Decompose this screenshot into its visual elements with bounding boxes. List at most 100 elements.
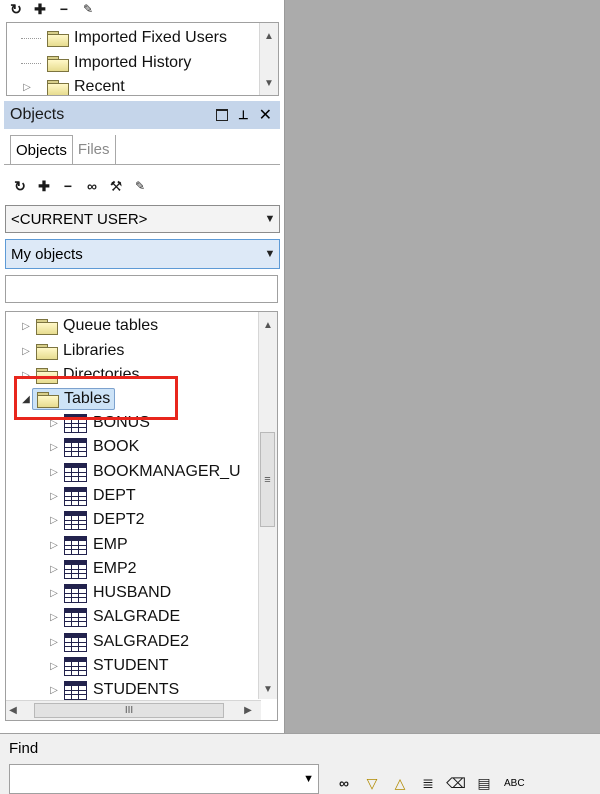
objects-panel-header: Objects ⊥ ✕ (4, 101, 280, 129)
scroll-thumb[interactable]: ≡ (260, 432, 275, 527)
expand-icon[interactable]: ▷ (48, 612, 60, 623)
table-row[interactable]: ▷ SALGRADE2 (48, 631, 189, 653)
expand-icon[interactable]: ▷ (48, 564, 60, 575)
list-item[interactable]: ▷ Recent (21, 76, 125, 95)
table-label: BOOK (93, 438, 140, 455)
table-row[interactable]: ▷ SALGRADE (48, 606, 180, 628)
table-icon (64, 656, 87, 676)
tree-folder-libraries[interactable]: ▷ Libraries (20, 340, 124, 362)
folder-icon (36, 318, 58, 335)
clear-icon[interactable]: ⌫ (446, 775, 466, 791)
remove-icon[interactable]: − (60, 178, 76, 194)
top-toolbar: ↻ ✚ − ✎ (8, 0, 96, 18)
expand-icon[interactable]: ▷ (48, 685, 60, 696)
tree-folder-queue-tables[interactable]: ▷ Queue tables (20, 315, 158, 337)
list-item[interactable]: Imported Fixed Users (21, 27, 227, 49)
table-icon (64, 607, 87, 627)
table-label: SALGRADE2 (93, 633, 190, 650)
horizontal-scrollbar[interactable]: ◀ III ▶ (6, 700, 261, 720)
table-icon (64, 462, 87, 482)
refresh-icon[interactable]: ↻ (12, 178, 28, 194)
maximize-icon[interactable] (216, 109, 229, 121)
table-icon (64, 486, 87, 506)
expand-icon[interactable]: ▷ (48, 540, 60, 551)
expand-icon[interactable]: ▷ (48, 467, 60, 478)
find-panel: Find ▼ ∞ ▽ △ ≣ ⌫ ▤ ABC (0, 733, 600, 794)
expand-icon[interactable]: ▷ (21, 82, 33, 93)
list-item[interactable]: Imported History (21, 52, 191, 74)
scroll-thumb[interactable]: III (34, 703, 224, 718)
scroll-down-icon[interactable]: ▼ (259, 684, 277, 695)
add-icon[interactable]: ✚ (36, 178, 52, 194)
table-row[interactable]: ▷ BOOKMANAGER_U (48, 461, 241, 483)
expand-icon[interactable]: ▷ (48, 515, 60, 526)
expand-icon[interactable]: ▷ (20, 346, 32, 357)
top-tree-list: Imported Fixed Users Imported History ▷ … (6, 22, 279, 96)
options-icon[interactable]: ▤ (476, 775, 492, 791)
tab-files[interactable]: Files (73, 135, 116, 164)
table-row[interactable]: ▷ DEPT (48, 485, 136, 507)
folder-icon (36, 343, 58, 360)
left-dock: ↻ ✚ − ✎ Imported Fixed Users Imported Hi… (0, 0, 285, 733)
close-icon[interactable]: ✕ (259, 105, 272, 125)
scroll-down-icon[interactable]: ▼ (260, 78, 278, 89)
add-icon[interactable]: ✚ (32, 1, 48, 17)
highlight-all-icon[interactable]: ≣ (420, 775, 436, 791)
table-label: STUDENT (93, 657, 169, 674)
chevron-down-icon[interactable]: ▼ (261, 248, 279, 260)
chevron-down-icon[interactable]: ▼ (261, 213, 279, 225)
table-label: STUDENTS (93, 681, 180, 698)
table-label: BOOKMANAGER_U (93, 463, 241, 480)
tab-strip: Objects Files (10, 135, 116, 164)
chevron-down-icon[interactable]: ▼ (303, 773, 314, 785)
find-next-icon[interactable]: ▽ (364, 775, 380, 791)
objects-tree: ▷ Queue tables ▷ Libraries ▷ Directories… (5, 311, 278, 721)
expand-icon[interactable]: ▷ (48, 588, 60, 599)
vertical-scrollbar[interactable]: ▲ ≡ ▼ (258, 312, 277, 699)
tab-divider (4, 164, 280, 165)
remove-icon[interactable]: − (56, 1, 72, 17)
table-label: SALGRADE (93, 608, 181, 625)
table-icon (64, 632, 87, 652)
expand-icon[interactable]: ▷ (20, 321, 32, 332)
pin-icon[interactable]: ⊥ (238, 108, 248, 122)
table-row[interactable]: ▷ DEPT2 (48, 509, 145, 531)
table-label: HUSBAND (93, 584, 172, 601)
properties-icon[interactable]: ✎ (132, 178, 148, 194)
user-select[interactable]: <CURRENT USER> ▼ (5, 205, 280, 233)
scroll-left-icon[interactable]: ◀ (6, 705, 20, 716)
filter-select[interactable]: My objects ▼ (5, 239, 280, 269)
table-icon (64, 437, 87, 457)
scroll-right-icon[interactable]: ▶ (241, 705, 255, 716)
expand-icon[interactable]: ▷ (48, 637, 60, 648)
refresh-icon[interactable]: ↻ (8, 1, 24, 17)
find-input[interactable]: ▼ (9, 764, 319, 794)
table-icon (64, 510, 87, 530)
expand-icon[interactable]: ▷ (48, 491, 60, 502)
table-row[interactable]: ▷ STUDENTS (48, 679, 179, 701)
binoculars-icon[interactable]: ∞ (336, 775, 352, 791)
table-label: DEPT (93, 487, 136, 504)
table-label: EMP2 (93, 560, 137, 577)
find-previous-icon[interactable]: △ (392, 775, 408, 791)
vertical-scrollbar[interactable]: ▲ ▼ (259, 23, 278, 95)
search-input[interactable] (5, 275, 278, 303)
table-row[interactable]: ▷ HUSBAND (48, 582, 171, 604)
table-row[interactable]: ▷ EMP (48, 534, 128, 556)
expand-icon[interactable]: ▷ (48, 442, 60, 453)
filter-icon[interactable]: ⚒ (108, 178, 124, 194)
properties-icon[interactable]: ✎ (80, 1, 96, 17)
history-folder-icon (47, 79, 69, 95)
panel-title: Objects (10, 106, 65, 123)
table-label: DEPT2 (93, 511, 145, 528)
scroll-up-icon[interactable]: ▲ (259, 320, 277, 331)
tab-objects[interactable]: Objects (10, 135, 73, 164)
highlight-box (14, 376, 178, 420)
table-row[interactable]: ▷ BOOK (48, 436, 139, 458)
scroll-up-icon[interactable]: ▲ (260, 31, 278, 42)
binoculars-icon[interactable]: ∞ (84, 178, 100, 194)
expand-icon[interactable]: ▷ (48, 661, 60, 672)
spell-check-icon[interactable]: ABC (504, 778, 525, 789)
table-row[interactable]: ▷ STUDENT (48, 655, 169, 677)
table-row[interactable]: ▷ EMP2 (48, 558, 137, 580)
